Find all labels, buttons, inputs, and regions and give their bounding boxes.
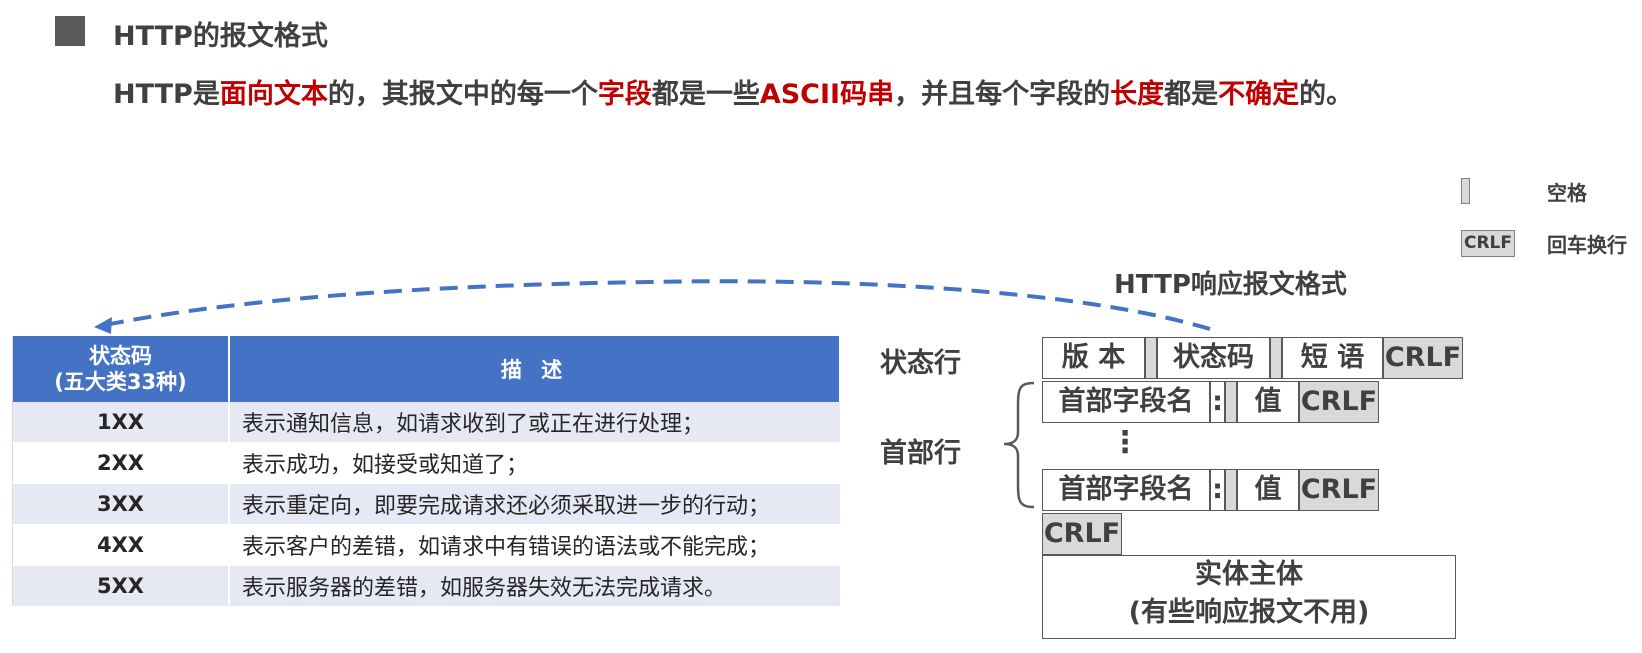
legend-space-label: 空格	[1547, 181, 1587, 205]
status-code-cell: 3XX	[12, 483, 230, 525]
version-field: 版 本	[1042, 337, 1145, 379]
subtitle-highlight: 字段	[597, 79, 652, 110]
header-line-label: 首部行	[880, 438, 961, 469]
table-row: 2XX 表示成功，如接受或知道了；	[12, 442, 840, 484]
status-code-field: 状态码	[1157, 337, 1270, 379]
status-desc-cell: 表示重定向，即要完成请求还必须采取进一步的行动；	[229, 483, 840, 525]
table-row: 3XX 表示重定向，即要完成请求还必须采取进一步的行动；	[12, 483, 840, 525]
blank-line-crlf: CRLF	[1042, 513, 1122, 555]
crlf-field: CRLF	[1299, 469, 1379, 511]
colon-field: :	[1210, 381, 1225, 423]
page-subtitle: HTTP是面向文本的，其报文中的每一个字段都是一些ASCII码串，并且每个字段的…	[113, 72, 1353, 111]
section-bullet	[55, 16, 85, 46]
ellipsis-icon: ⋮	[1110, 425, 1140, 460]
space-field	[1270, 337, 1282, 379]
header-field-name: 首部字段名	[1042, 381, 1210, 423]
space-field	[1225, 469, 1237, 511]
table-row: 1XX 表示通知信息，如请求收到了或正在进行处理；	[12, 402, 840, 443]
table-row: 5XX 表示服务器的差错，如服务器失效无法完成请求。	[12, 565, 840, 607]
entity-body-note: (有些响应报文不用)	[1128, 597, 1370, 628]
header-brace-icon	[1003, 381, 1035, 509]
header-value-field: 值	[1237, 381, 1299, 423]
status-desc-cell: 表示成功，如接受或知道了；	[229, 442, 840, 484]
crlf-field: CRLF	[1383, 337, 1463, 379]
subtitle-text: ，并且每个字段的	[894, 79, 1111, 110]
legend-crlf-label: 回车换行	[1547, 233, 1627, 257]
status-code-cell: 2XX	[12, 442, 230, 484]
status-desc-cell: 表示通知信息，如请求收到了或正在进行处理；	[229, 402, 840, 443]
colon-field: :	[1210, 469, 1225, 511]
entity-body-title: 实体主体	[1195, 559, 1303, 590]
subtitle-text: 的。	[1299, 79, 1354, 110]
diagram-title: HTTP响应报文格式	[1114, 270, 1347, 300]
header-value-field: 值	[1237, 469, 1299, 511]
space-field	[1225, 381, 1237, 423]
subtitle-text: HTTP是	[113, 79, 220, 110]
subtitle-highlight: 不确定	[1218, 79, 1300, 110]
status-code-cell: 1XX	[12, 402, 230, 443]
entity-body: 实体主体 (有些响应报文不用)	[1042, 555, 1456, 639]
phrase-field: 短 语	[1282, 337, 1383, 379]
space-field	[1145, 337, 1157, 379]
status-desc-cell: 表示客户的差错，如请求中有错误的语法或不能完成；	[229, 524, 840, 566]
status-line-label: 状态行	[880, 348, 961, 379]
table-header-code: 状态码 (五大类33种)	[12, 336, 230, 402]
status-code-cell: 4XX	[12, 524, 230, 566]
status-desc-cell: 表示服务器的差错，如服务器失效无法完成请求。	[229, 565, 840, 607]
table-header-desc: 描 述	[229, 336, 841, 402]
subtitle-text: 都是一些	[651, 79, 760, 110]
legend-crlf-swatch: CRLF	[1461, 230, 1515, 257]
page-title: HTTP的报文格式	[113, 21, 328, 52]
header-field-name: 首部字段名	[1042, 469, 1210, 511]
status-code-table: 状态码 (五大类33种) 描 述 1XX 表示通知信息，如请求收到了或正在进行处…	[12, 336, 841, 607]
subtitle-text: 的，其报文中的每一个	[327, 79, 598, 110]
subtitle-highlight: ASCII码串	[759, 79, 895, 110]
subtitle-highlight: 长度	[1110, 79, 1165, 110]
crlf-field: CRLF	[1299, 381, 1379, 423]
subtitle-text: 都是	[1164, 79, 1219, 110]
table-row: 4XX 表示客户的差错，如请求中有错误的语法或不能完成；	[12, 524, 840, 566]
status-code-cell: 5XX	[12, 565, 230, 607]
subtitle-highlight: 面向文本	[219, 79, 328, 110]
legend-space-swatch	[1461, 178, 1470, 204]
